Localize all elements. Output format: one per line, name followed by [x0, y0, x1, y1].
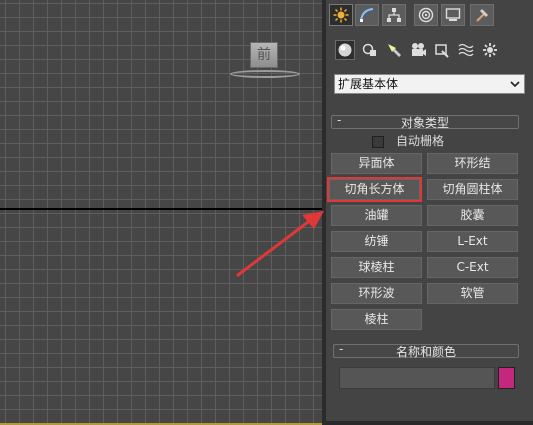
object-category-select[interactable]: 扩展基本体 — [334, 74, 525, 94]
tab-motion[interactable] — [414, 4, 438, 26]
ring-wave-button[interactable]: 环形波 — [331, 283, 422, 304]
tab-utilities[interactable] — [470, 4, 494, 26]
autogrid-checkbox[interactable] — [372, 136, 384, 148]
hose-button[interactable]: 软管 — [427, 283, 518, 304]
hierarchy-icon — [387, 8, 401, 22]
annotation-arrow-icon — [236, 211, 324, 277]
category-lights[interactable] — [384, 40, 404, 60]
display-icon — [445, 8, 461, 21]
chevron-down-icon — [508, 77, 522, 91]
name-color-rollout-header[interactable]: - 名称和颜色 — [333, 342, 519, 359]
category-shapes[interactable] — [360, 40, 380, 60]
tab-create[interactable] — [329, 4, 353, 26]
gengon-button[interactable]: 球棱柱 — [331, 257, 422, 278]
viewcube[interactable]: 前 — [228, 42, 304, 82]
tab-hierarchy[interactable] — [382, 4, 406, 26]
tab-display[interactable] — [441, 4, 465, 26]
annotation-highlight-box — [327, 177, 422, 202]
helpers-icon — [435, 44, 449, 58]
torus-knot-button[interactable]: 环形结 — [427, 153, 518, 174]
category-systems[interactable] — [480, 40, 500, 60]
prism-button[interactable]: 棱柱 — [331, 309, 422, 330]
geometry-sphere-icon — [338, 43, 352, 57]
create-star-icon — [333, 7, 349, 23]
tab-modify[interactable] — [355, 4, 379, 26]
cameras-icon — [412, 43, 426, 56]
object-type-title: 对象类型 — [400, 116, 449, 130]
name-color-title: 名称和颜色 — [395, 345, 456, 359]
category-geometry[interactable] — [335, 40, 355, 60]
object-category-value: 扩展基本体 — [338, 77, 399, 91]
object-color-swatch[interactable] — [498, 367, 515, 389]
systems-icon — [483, 43, 497, 57]
l-ext-button[interactable]: L-Ext — [427, 231, 518, 252]
viewcube-face[interactable]: 前 — [250, 42, 278, 68]
modify-arc-icon — [360, 8, 374, 22]
space-warps-icon — [458, 43, 474, 57]
category-cameras[interactable] — [408, 40, 428, 60]
c-ext-button[interactable]: C-Ext — [427, 257, 518, 278]
lights-icon — [388, 44, 401, 57]
utilities-hammer-icon — [476, 9, 488, 22]
object-name-field[interactable] — [339, 367, 495, 389]
object-type-rollout-header[interactable]: - 对象类型 — [331, 113, 519, 130]
motion-icon — [418, 7, 434, 23]
panel-bottom-bar — [326, 421, 533, 425]
chamfer-cylinder-button[interactable]: 切角圆柱体 — [427, 179, 518, 200]
oil-tank-button[interactable]: 油罐 — [331, 205, 422, 226]
viewcube-compass-ring[interactable] — [230, 70, 300, 78]
shapes-icon — [362, 43, 376, 56]
autogrid-label: 自动栅格 — [396, 134, 445, 148]
category-space-warps[interactable] — [456, 40, 476, 60]
capsule-button[interactable]: 胶囊 — [427, 205, 518, 226]
spindle-button[interactable]: 纺锤 — [331, 231, 422, 252]
category-helpers[interactable] — [432, 40, 452, 60]
hedra-button[interactable]: 异面体 — [331, 153, 422, 174]
